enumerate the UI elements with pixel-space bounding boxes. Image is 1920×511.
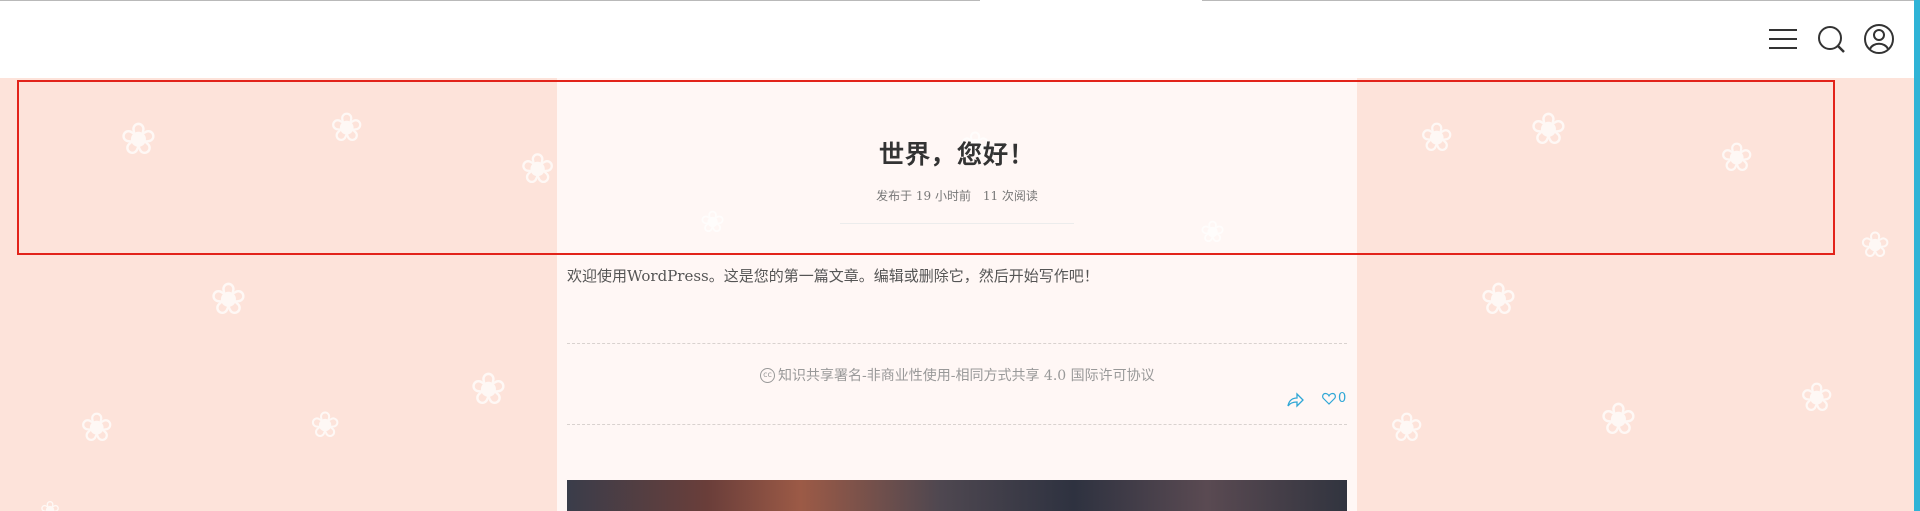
search-icon[interactable] xyxy=(1814,22,1848,56)
divider xyxy=(567,424,1347,425)
blossom-decoration: ❀ xyxy=(1800,375,1834,421)
scrollbar-strip[interactable] xyxy=(1914,0,1920,511)
blossom-decoration: ❀ xyxy=(1390,405,1424,451)
site-header xyxy=(0,0,1914,78)
highlight-box xyxy=(17,80,1835,255)
hamburger-menu-icon[interactable] xyxy=(1766,22,1800,56)
heart-icon xyxy=(1322,392,1336,405)
divider xyxy=(567,343,1347,344)
blossom-decoration: ❀ xyxy=(1860,225,1891,266)
user-icon[interactable] xyxy=(1862,22,1896,56)
license-text: 知识共享署名-非商业性使用-相同方式共享 4.0 国际许可协议 xyxy=(778,368,1155,384)
blossom-decoration: ❀ xyxy=(1600,394,1637,445)
blossom-decoration: ❀ xyxy=(210,274,247,325)
post-excerpt: 欢迎使用WordPress。这是您的第一篇文章。编辑或删除它，然后开始写作吧！ xyxy=(567,267,1099,285)
share-icon[interactable] xyxy=(1286,392,1304,412)
license-link[interactable]: cc 知识共享署名-非商业性使用-相同方式共享 4.0 国际许可协议 xyxy=(760,365,1155,385)
blossom-decoration: ❀ xyxy=(310,405,341,446)
blossom-decoration: ❀ xyxy=(80,405,114,451)
like-button[interactable]: 0 xyxy=(1322,391,1346,406)
like-count: 0 xyxy=(1338,391,1347,406)
blossom-decoration: ❀ xyxy=(1480,274,1517,325)
loading-bar xyxy=(1202,0,1914,1)
blossom-decoration: ❀ xyxy=(470,364,507,415)
cover-image[interactable] xyxy=(567,480,1347,511)
creative-commons-icon: cc xyxy=(760,367,775,383)
blossom-decoration: ❀ xyxy=(40,496,61,511)
loading-bar xyxy=(0,0,980,1)
